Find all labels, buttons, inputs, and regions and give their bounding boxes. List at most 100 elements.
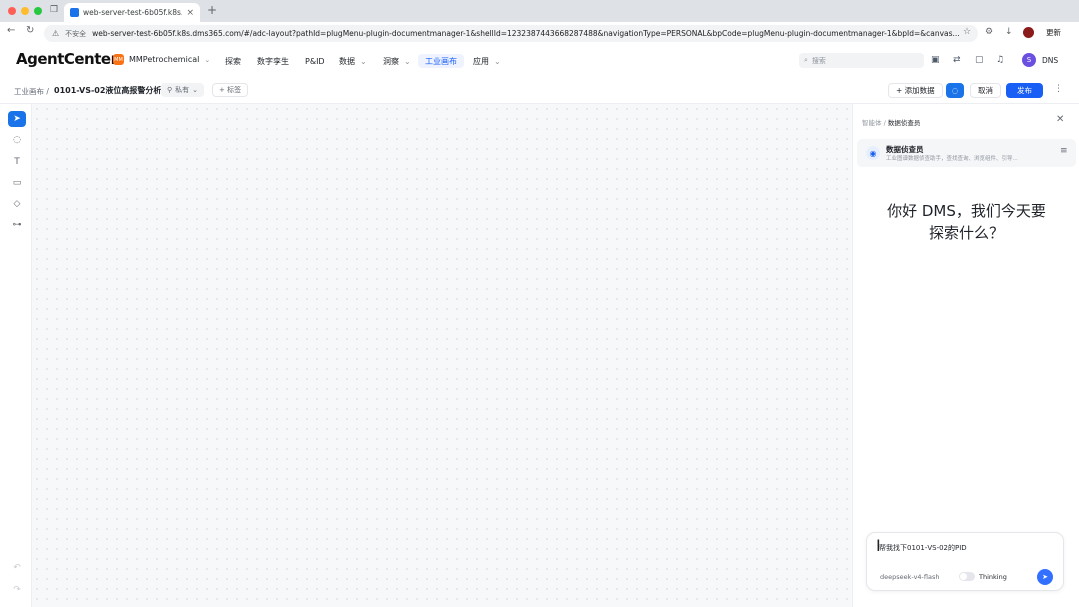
org-name: MMPetrochemical [129, 55, 200, 64]
address-bar[interactable]: ⚠ 不安全 web-server-test-6b05f.k8s.dms365.c… [44, 25, 978, 42]
undo-icon[interactable]: ↶ [8, 560, 26, 576]
warning-icon: ⚠ [52, 29, 60, 38]
nav-label: 应用 [473, 56, 489, 66]
lasso-tool-icon[interactable]: ◌ [8, 132, 26, 148]
model-selector[interactable]: deepseek-v4-flash [880, 573, 939, 581]
nav-label: 数字孪生 [257, 56, 289, 66]
bookmark-star-icon[interactable]: ☆ [963, 27, 971, 37]
panel-crumb-parent[interactable]: 智能体 / [862, 119, 886, 127]
browser-tab[interactable]: web-server-test-6b05f.k8s.dms × [64, 3, 200, 22]
add-data-label: + 添加数据 [896, 86, 935, 95]
more-vertical-icon[interactable]: ⋮ [1054, 84, 1063, 94]
panel-breadcrumb: 智能体 / 数据侦查员 [862, 117, 920, 127]
chevron-down-icon: ⌄ [360, 56, 367, 66]
new-tab-button[interactable]: + [207, 3, 217, 17]
add-tag-button[interactable]: + 标签 [212, 83, 249, 97]
user-avatar[interactable]: S [1022, 53, 1036, 67]
browser-tab-bar: ❐ web-server-test-6b05f.k8s.dms × + [0, 0, 1079, 22]
add-data-button[interactable]: + 添加数据 [888, 83, 943, 98]
globe-icon: ◉ [866, 146, 880, 160]
publish-label: 发布 [1017, 86, 1032, 95]
thinking-label: Thinking [979, 573, 1007, 581]
nav-label: 洞察 [383, 56, 399, 66]
shapes-tool-icon[interactable]: ◇ [8, 196, 26, 212]
reload-icon[interactable]: ↻ [26, 25, 34, 36]
chevron-down-icon: ⌄ [204, 55, 211, 64]
breadcrumb[interactable]: 工业画布 / [14, 86, 49, 97]
lock-icon: ⚲ [167, 86, 173, 94]
insecure-label: 不安全 [65, 29, 87, 38]
url-text[interactable]: web-server-test-6b05f.k8s.dms365.com/#/a… [92, 29, 970, 38]
chat-input-text[interactable]: 帮我找下0101-VS-02的PID [879, 543, 967, 553]
privacy-label: 私有 [175, 86, 190, 94]
search-placeholder: 搜索 [811, 56, 826, 65]
nav-label: P&ID [305, 56, 325, 66]
agent-card[interactable]: ◉ 数据侦查员 工业图谱数据侦查助手，查找查询、浏览组件、引导... ≡ [857, 139, 1076, 167]
greeting-line-1: 你好 DMS，我们今天要 [887, 202, 1046, 220]
address-row: ⚠ 不安全 web-server-test-6b05f.k8s.dms365.c… [0, 22, 1079, 45]
nav-item-digital-twin[interactable]: 数字孪生 [250, 54, 296, 68]
box-icon[interactable]: ▣ [931, 55, 940, 65]
tab-list-icon[interactable]: ❐ [50, 5, 58, 15]
cancel-button[interactable]: 取消 [970, 83, 1001, 98]
nav-item-data[interactable]: 数据 ⌄ [332, 54, 374, 68]
nav-item-insight[interactable]: 洞察 ⌄ [376, 54, 418, 68]
add-tag-label: + 标签 [219, 86, 242, 94]
nav-item-pid[interactable]: P&ID [298, 54, 332, 68]
username[interactable]: DNS [1042, 56, 1058, 65]
nav-label: 数据 [339, 56, 355, 66]
downloads-icon[interactable]: ↓ [1005, 27, 1013, 37]
search-icon: ⌕ [804, 56, 808, 64]
send-arrow-icon: ➤ [1042, 573, 1048, 581]
nav-item-industrial-canvas[interactable]: 工业画布 [418, 54, 464, 68]
connector-tool-icon[interactable]: ⊶ [8, 217, 26, 233]
close-icon[interactable]: ✕ [1056, 114, 1064, 125]
publish-button[interactable]: 发布 [1006, 83, 1043, 98]
cancel-label: 取消 [978, 86, 993, 95]
close-window-button[interactable] [8, 7, 16, 15]
search-input[interactable]: ⌕ 搜索 [799, 53, 924, 68]
share-icon[interactable]: ⇄ [953, 55, 961, 65]
extensions-icon[interactable]: ⚙ [985, 27, 993, 37]
thinking-toggle[interactable] [959, 572, 975, 581]
chat-toggle-button[interactable]: ◌ [946, 83, 964, 98]
back-arrow-icon[interactable]: ← [7, 25, 15, 36]
minimize-window-button[interactable] [21, 7, 29, 15]
privacy-chip[interactable]: ⚲ 私有 ⌄ [161, 83, 205, 97]
maximize-window-button[interactable] [34, 7, 42, 15]
chevron-down-icon: ⌄ [494, 56, 501, 66]
sticky-note-tool-icon[interactable]: ▭ [8, 175, 26, 191]
greeting: 你好 DMS，我们今天要 探索什么？ [863, 200, 1070, 244]
app-logo[interactable]: AgentCenter [16, 50, 118, 68]
profile-avatar-icon[interactable] [1023, 27, 1034, 38]
agent-panel: 智能体 / 数据侦查员 ✕ ◉ 数据侦查员 工业图谱数据侦查助手，查找查询、浏览… [852, 104, 1079, 607]
chat-input-box[interactable]: 帮我找下0101-VS-02的PID I deepseek-v4-flash T… [866, 532, 1064, 591]
select-tool-icon[interactable]: ➤ [8, 111, 26, 127]
tab-title: web-server-test-6b05f.k8s.dms [83, 8, 182, 17]
bell-icon[interactable]: ♫ [996, 55, 1004, 65]
canvas-area[interactable] [32, 104, 852, 607]
org-switcher[interactable]: MM MMPetrochemical ⌄ [113, 54, 210, 65]
nav-item-explore[interactable]: 探索 [218, 54, 248, 68]
window-icon[interactable]: ▢ [975, 55, 984, 65]
agent-description: 工业图谱数据侦查助手，查找查询、浏览组件、引导... [886, 156, 1018, 162]
text-tool-icon[interactable]: T [8, 154, 26, 170]
redo-icon[interactable]: ↷ [8, 582, 26, 598]
send-button[interactable]: ➤ [1037, 569, 1053, 585]
greeting-line-2: 探索什么？ [928, 224, 1004, 242]
site-favicon-icon [70, 8, 79, 17]
nav-item-apps[interactable]: 应用 ⌄ [466, 54, 508, 68]
browser-chrome: ❐ web-server-test-6b05f.k8s.dms × + ⚠ 不安… [0, 0, 1079, 45]
canvas-tool-rail: ➤ ◌ T ▭ ◇ ⊶ ↶ ↷ [0, 104, 32, 607]
text-cursor-icon: I [876, 536, 881, 555]
nav-label: 探索 [225, 56, 241, 66]
chevron-down-icon: ⌄ [404, 56, 411, 66]
panel-crumb-current: 数据侦查员 [887, 119, 921, 127]
document-title[interactable]: 0101-VS-02液位高报警分析 [54, 85, 161, 96]
update-button[interactable]: 更新 [1046, 27, 1061, 38]
chat-bubble-icon: ◌ [951, 86, 959, 95]
tab-close-icon[interactable]: × [186, 8, 194, 18]
chevron-down-icon: ⌄ [192, 86, 199, 94]
nav-label: 工业画布 [425, 56, 457, 66]
menu-icon[interactable]: ≡ [1060, 146, 1068, 156]
